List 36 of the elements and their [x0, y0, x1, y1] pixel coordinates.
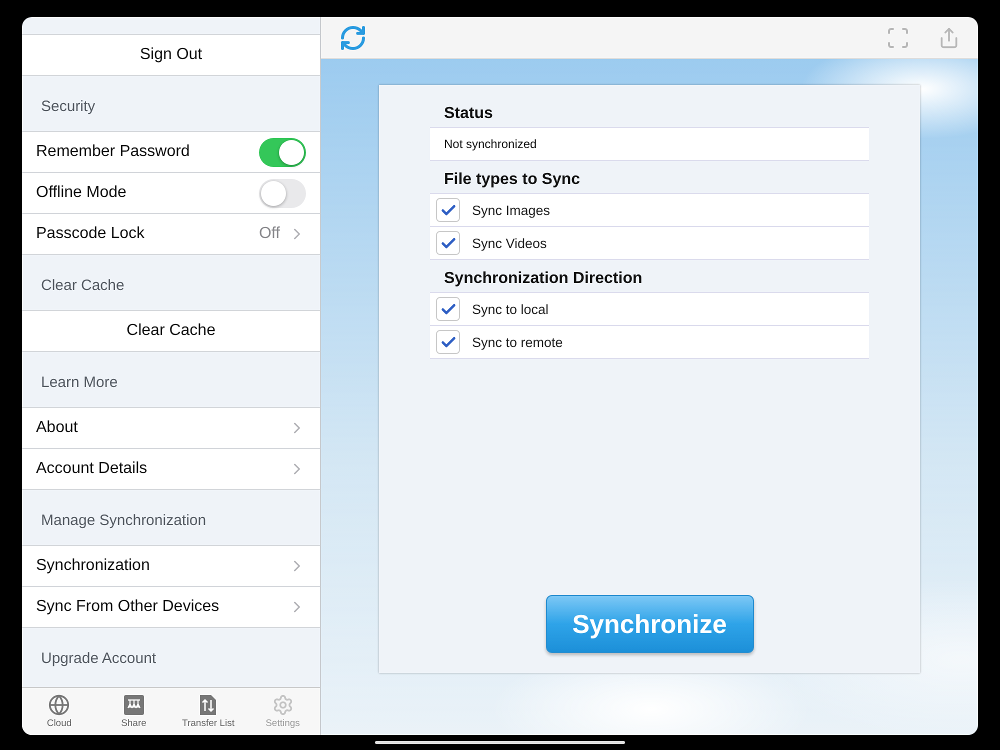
status-text: Not synchronized — [430, 127, 869, 161]
row-label[interactable]: About — [36, 419, 78, 437]
row-label[interactable]: Sync From Other Devices — [36, 598, 220, 616]
tab-item[interactable]: Share — [96, 688, 171, 735]
row-label[interactable]: Account Details — [36, 460, 148, 478]
checkbox[interactable] — [436, 198, 460, 222]
checkbox[interactable] — [436, 231, 460, 255]
share-icon[interactable] — [938, 26, 960, 48]
section-header: Clear Cache — [40, 276, 126, 296]
option-label: Sync to local — [472, 302, 549, 316]
checkbox[interactable] — [436, 297, 460, 321]
section-header: Synchronization Direction — [443, 269, 644, 289]
row-label: Offline Mode — [36, 184, 126, 202]
section-header: Status — [443, 104, 494, 124]
settings-icon — [272, 694, 294, 716]
tab-item[interactable]: Transfer List — [171, 688, 246, 735]
toggle-switch[interactable] — [259, 178, 306, 208]
section-header: Security — [40, 97, 96, 117]
document-arrows-icon — [199, 694, 218, 716]
row-label[interactable]: Synchronization — [36, 557, 150, 575]
section-header: File types to Sync — [443, 170, 582, 190]
option-label: Sync to remote — [472, 334, 563, 350]
fullscreen-icon[interactable] — [886, 26, 910, 50]
option-label: Sync Images — [472, 202, 550, 218]
section-header: Learn More — [40, 373, 119, 393]
checkbox[interactable] — [436, 330, 460, 354]
row-label: Remember Password — [36, 143, 190, 161]
section-header: Upgrade Account — [40, 649, 158, 669]
share-tray-icon — [122, 694, 145, 716]
option-label: Sync Videos — [472, 236, 547, 250]
section-header: Manage Synchronization — [40, 511, 208, 531]
row-value: Off — [258, 225, 280, 243]
tab-item[interactable]: Cloud — [22, 688, 96, 735]
toggle-switch[interactable] — [259, 138, 306, 166]
sync-icon[interactable] — [339, 24, 367, 52]
row-label[interactable]: Passcode Lock — [36, 225, 145, 243]
